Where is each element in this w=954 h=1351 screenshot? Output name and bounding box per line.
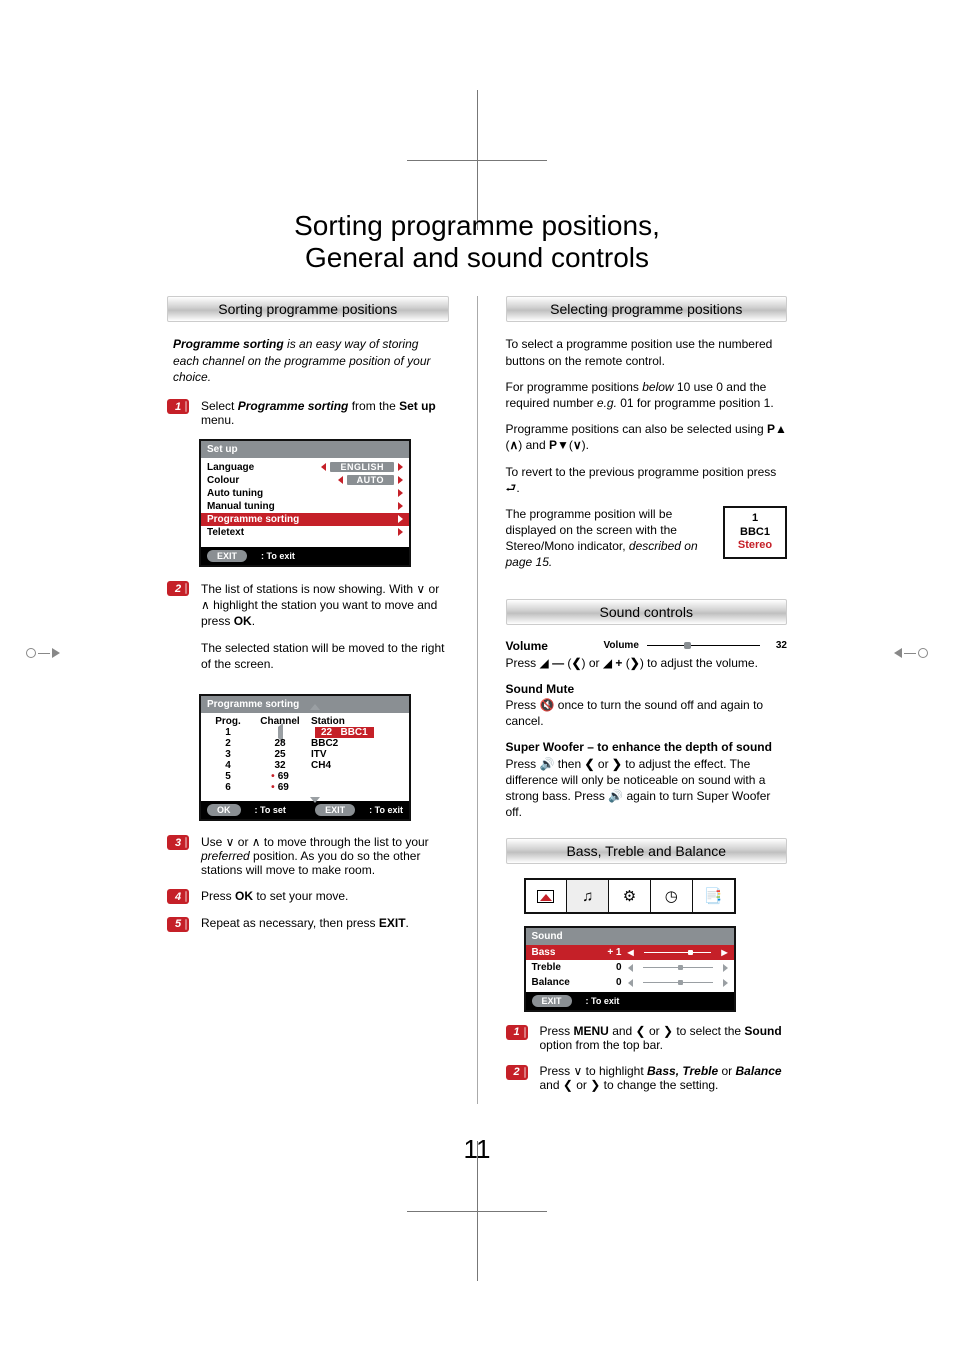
right-arrow-icon: [398, 476, 403, 484]
up-arrow-icon: [310, 704, 320, 710]
ps-hint: OK: To set EXIT: To exit: [201, 801, 409, 819]
setup-hint: EXIT : To exit: [201, 547, 409, 565]
vol-down-icon: ◢: [540, 656, 549, 670]
setup-osd-title: Set up: [201, 441, 409, 458]
step-badge-4: 4: [167, 889, 189, 904]
step-badge-2: 2: [506, 1065, 528, 1080]
right-arrow-icon: [398, 528, 403, 536]
page-number: 11: [167, 1134, 787, 1165]
vol-up-icon: ◢: [603, 656, 612, 670]
left-arrow-icon: [321, 463, 326, 471]
setup-row-manualtuning: Manual tuning: [207, 500, 403, 513]
picture-icon: [537, 890, 554, 903]
left-arrow-icon: [628, 979, 633, 987]
crop-mark-right: [894, 648, 928, 658]
right-arrow-icon: [723, 979, 728, 987]
setup-row-language: Language ENGLISH: [207, 461, 403, 474]
down-arrow-icon: [310, 797, 320, 803]
para: For programme positions below 10 use 0 a…: [506, 379, 788, 411]
volume-text: Press ◢ — (❮) or ◢ + (❯) to adjust the v…: [506, 655, 788, 671]
ps-row: 569: [207, 771, 403, 782]
clock-icon: ◷: [665, 887, 678, 905]
para: To revert to the previous programme posi…: [506, 464, 788, 496]
volume-slider: Volume Volume 32: [506, 639, 788, 653]
programme-sorting-osd: Programme sorting Prog. Channel Station …: [199, 694, 411, 821]
slider-knob: [684, 642, 691, 649]
tab-features: ⚙: [609, 880, 651, 912]
ps-row: 669: [207, 782, 403, 793]
tab-sound: ♫: [567, 880, 609, 912]
step-badge-3: 3: [167, 835, 189, 850]
column-right: Selecting programme positions To select …: [506, 296, 788, 1104]
page: Sorting programme positions, General and…: [0, 0, 954, 1351]
setup-row-autotuning: Auto tuning: [207, 487, 403, 500]
step-badge-1: 1: [506, 1025, 528, 1040]
setup-row-teletext: Teletext: [207, 526, 403, 539]
status-section: 1 BBC1 Stereo The programme position wil…: [506, 506, 788, 581]
setup-row-programmesorting: Programme sorting: [201, 513, 409, 526]
left-arrow-icon: [338, 476, 343, 484]
section-title-btb: Bass, Treble and Balance: [506, 838, 788, 864]
column-divider: [477, 296, 478, 1104]
step-2: 2 The list of stations is now showing. W…: [167, 581, 449, 682]
sound-osd-title: Sound: [526, 928, 734, 945]
ps-row: 1 22 BBC1: [207, 727, 403, 738]
setup-icon: 📑: [704, 887, 723, 905]
page-title: Sorting programme positions, General and…: [167, 210, 787, 274]
bstep-1: 1 Press MENU and ❮ or ❯ to select the So…: [506, 1024, 788, 1052]
column-left: Sorting programme positions Programme so…: [167, 296, 449, 1104]
mute-section: Sound Mute Press 🔇 once to turn the soun…: [506, 681, 788, 730]
step-5: 5 Repeat as necessary, then press EXIT.: [167, 916, 449, 932]
music-note-icon: ♫: [582, 888, 593, 905]
sliders-icon: ⚙: [623, 887, 636, 905]
menu-tabs: ♫ ⚙ ◷ 📑: [524, 878, 736, 914]
speaker-icon: 🔊: [608, 789, 623, 803]
status-box: 1 BBC1 Stereo: [723, 506, 787, 559]
ps-header: Prog. Channel Station: [207, 716, 403, 727]
sound-hint: EXIT : To exit: [526, 992, 734, 1010]
ps-row: 228BBC2: [207, 738, 403, 749]
tab-setup: 📑: [693, 880, 734, 912]
super-woofer-section: Super Woofer – to enhance the depth of s…: [506, 739, 788, 820]
right-arrow-icon: [398, 515, 403, 523]
step-badge-2: 2: [167, 581, 189, 596]
crop-mark-top: [407, 90, 547, 230]
return-icon: ⮐: [506, 481, 517, 495]
right-arrow-icon: [398, 463, 403, 471]
mute-icon: 🔇: [540, 698, 555, 712]
step-badge-1: 1: [167, 399, 189, 414]
sound-osd: Sound Bass + 1 ◀▶ Treble 0 Balance 0: [524, 926, 736, 1012]
ps-row: 325ITV: [207, 749, 403, 760]
left-arrow-icon: [628, 964, 633, 972]
section-title-sound: Sound controls: [506, 599, 788, 625]
setup-osd: Set up Language ENGLISH Colour AUTO: [199, 439, 411, 567]
ps-row: 432CH4: [207, 760, 403, 771]
sound-row-balance: Balance 0: [526, 975, 734, 990]
para: To select a programme position use the n…: [506, 336, 788, 368]
step-badge-5: 5: [167, 917, 189, 932]
section-title-selecting: Selecting programme positions: [506, 296, 788, 322]
right-arrow-icon: [398, 502, 403, 510]
crop-mark-left: [26, 648, 60, 658]
right-arrow-icon: [723, 964, 728, 972]
content-area: Sorting programme positions, General and…: [167, 210, 787, 1165]
bstep-2: 2 Press ∨ to highlight Bass, Treble or B…: [506, 1064, 788, 1092]
step-1: 1 Select Programme sorting from the Set …: [167, 399, 449, 427]
right-arrow-icon: [398, 489, 403, 497]
tab-picture: [526, 880, 568, 912]
setup-row-colour: Colour AUTO: [207, 474, 403, 487]
speaker-icon: 🔊: [540, 757, 555, 771]
para: Programme positions can also be selected…: [506, 421, 788, 453]
tab-timer: ◷: [651, 880, 693, 912]
sound-row-treble: Treble 0: [526, 960, 734, 975]
ps-osd-title: Programme sorting: [201, 696, 409, 713]
step-4: 4 Press OK to set your move.: [167, 889, 449, 905]
sound-row-bass: Bass + 1 ◀▶: [526, 945, 734, 960]
intro-text: Programme sorting is an easy way of stor…: [173, 336, 443, 385]
section-title-sorting: Sorting programme positions: [167, 296, 449, 322]
step-3: 3 Use ∨ or ∧ to move through the list to…: [167, 835, 449, 877]
